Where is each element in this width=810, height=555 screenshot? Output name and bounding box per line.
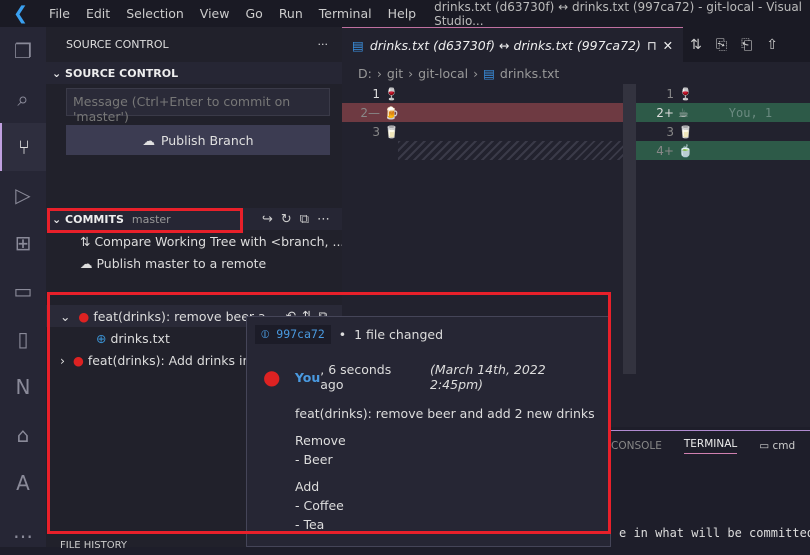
author-link[interactable]: You: [295, 370, 320, 385]
chevron-down-icon: ⌄: [60, 308, 79, 324]
activity-bar: ❐ ⌕ ⑂ ▷ ⊞ ▭ ▯ N ⌂ A …: [0, 27, 46, 547]
title-bar: ❮ File Edit Selection View Go Run Termin…: [0, 0, 810, 28]
menu-edit[interactable]: Edit: [78, 6, 118, 21]
sidebar-title: SOURCE CONTROL: [66, 38, 169, 51]
lock-icon[interactable]: ⊓: [647, 38, 657, 53]
file-history-section[interactable]: FILE HISTORY: [60, 540, 127, 551]
file-icon: ▤: [352, 37, 364, 53]
commit-subject: feat(drinks): remove beer and add 2 new …: [295, 406, 595, 421]
search-icon[interactable]: ⌕: [0, 75, 46, 123]
extensions-icon[interactable]: ⊞: [0, 219, 46, 267]
branch-name: master: [131, 212, 171, 226]
breadcrumb-item[interactable]: D:: [358, 66, 372, 81]
menu-terminal[interactable]: Terminal: [311, 6, 380, 21]
panel-icon[interactable]: ▯: [0, 315, 46, 363]
commits-actions[interactable]: ↪↻⧉⋯: [262, 212, 342, 227]
menu-view[interactable]: View: [192, 6, 238, 21]
publish-remote-action[interactable]: ☁ Publish master to a remote: [46, 252, 342, 274]
diff-line-added: 4+ 🍵: [636, 141, 810, 160]
bottom-panel: CONSOLE TERMINAL ▭ cmd e in what will be…: [611, 430, 810, 547]
menu-run[interactable]: Run: [271, 6, 311, 21]
commit-sha-link[interactable]: ⦶ 997ca72: [255, 325, 331, 344]
menu-go[interactable]: Go: [237, 6, 270, 21]
chevron-right-icon: ›: [60, 352, 73, 368]
compare-icon: ⇅: [80, 233, 95, 249]
open-file-icon[interactable]: ⎘: [709, 37, 734, 53]
terminal-icon: ▭: [759, 440, 773, 452]
editor-tab[interactable]: ▤ drinks.txt (d63730f) ↔ drinks.txt (997c…: [342, 27, 684, 62]
avatar: ●: [263, 365, 281, 389]
tab-console[interactable]: CONSOLE: [611, 440, 662, 452]
breadcrumb-item[interactable]: drinks.txt: [500, 66, 559, 81]
revert-icon[interactable]: ⎗: [734, 37, 759, 53]
blame-annotation: You, 1: [728, 105, 773, 120]
commit-hover-tooltip: ⦶ 997ca72 • 1 file changed ● You, 6 second…: [246, 316, 611, 547]
chevron-down-icon: ⌄: [52, 212, 66, 226]
breadcrumb: D: › git › git-local › ▤ drinks.txt: [358, 65, 560, 81]
terminal-selector[interactable]: ▭ cmd: [759, 440, 795, 452]
azure-icon[interactable]: A: [0, 459, 46, 507]
avatar: ●: [78, 308, 94, 324]
cloud-upload-icon: ☁: [142, 132, 155, 148]
remote-explorer-icon[interactable]: ▭: [0, 267, 46, 315]
breadcrumb-item[interactable]: git: [387, 66, 403, 81]
close-icon[interactable]: ✕: [663, 38, 673, 53]
file-modified-icon: ⊕: [96, 330, 111, 346]
diff-line: 3 🥛: [666, 124, 693, 139]
compare-working-tree-action[interactable]: ⇅ Compare Working Tree with <branch, ...: [46, 230, 342, 252]
window-title: drinks.txt (d63730f) ↔ drinks.txt (997ca…: [434, 0, 803, 28]
upload-icon[interactable]: ⇧: [759, 37, 785, 53]
tab-terminal[interactable]: TERMINAL: [683, 438, 738, 454]
terminal-output: e in what will be committed): [619, 526, 810, 540]
explorer-icon[interactable]: ❐: [0, 27, 46, 75]
diff-line-added: 2+ ☕ You, 1: [636, 103, 810, 122]
breadcrumb-item[interactable]: git-local: [418, 66, 468, 81]
diff-left-pane[interactable]: 1 🍷 2— 🍺 3 🥛: [342, 84, 636, 160]
diff-line: 3 🥛: [372, 124, 399, 139]
commits-section-header[interactable]: ⌄ COMMITS master ↪↻⧉⋯: [46, 208, 342, 230]
menu-file[interactable]: File: [41, 6, 78, 21]
run-debug-icon[interactable]: ▷: [0, 171, 46, 219]
source-control-icon[interactable]: ⑂: [0, 123, 46, 171]
chevron-down-icon: ⌄: [52, 66, 66, 80]
files-changed: 1 file changed: [354, 327, 443, 342]
scrollbar[interactable]: [623, 84, 636, 374]
diff-filler: [398, 141, 624, 160]
more-icon[interactable]: …: [0, 507, 46, 555]
more-actions-button[interactable]: ···: [318, 38, 329, 51]
menu-help[interactable]: Help: [380, 6, 425, 21]
menu-selection[interactable]: Selection: [118, 6, 192, 21]
compare-changes-icon[interactable]: ⇅: [683, 37, 709, 53]
file-icon: ▤: [483, 65, 495, 81]
vscode-logo-icon: ❮: [12, 3, 29, 24]
test-icon[interactable]: ⌂: [0, 411, 46, 459]
avatar: ●: [72, 352, 88, 368]
diff-line: 1 🍷: [372, 86, 399, 101]
cloud-upload-icon: ☁: [80, 255, 97, 271]
diff-line-deleted: 2— 🍺: [342, 103, 636, 122]
source-control-section[interactable]: ⌄ SOURCE CONTROL: [46, 62, 342, 84]
commit-message-input[interactable]: Message (Ctrl+Enter to commit on 'master…: [66, 88, 330, 124]
diff-right-pane[interactable]: 1 🍷 2+ ☕ You, 1 3 🥛 4+ 🍵: [636, 84, 810, 160]
publish-branch-button[interactable]: ☁ Publish Branch: [66, 125, 330, 155]
notebook-icon[interactable]: N: [0, 363, 46, 411]
diff-line: 1 🍷: [666, 86, 693, 101]
